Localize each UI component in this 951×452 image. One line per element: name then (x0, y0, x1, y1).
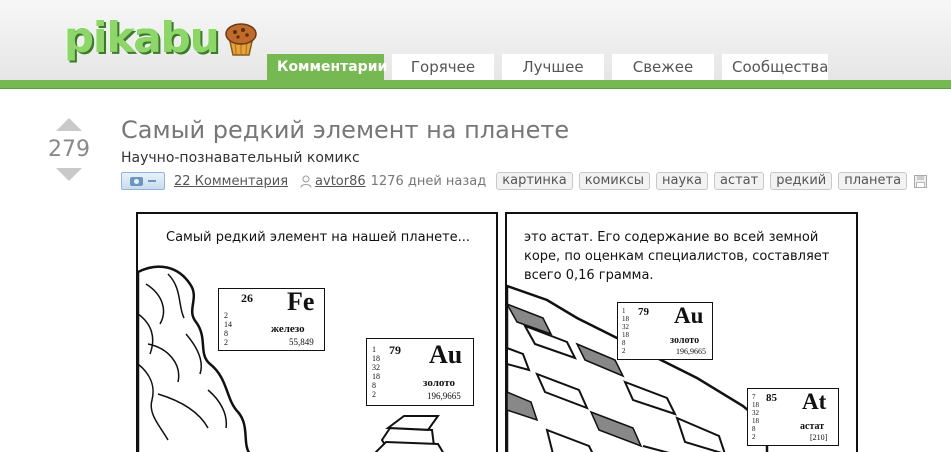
shell-value: 18 (372, 372, 380, 381)
post-description: Научно-познавательный комикс (121, 150, 360, 166)
shell-value: 2 (224, 338, 228, 347)
element-name: астат (800, 421, 825, 432)
shell-value: 18 (622, 315, 629, 323)
shell-value: 8 (224, 329, 228, 338)
post-age: 1276 дней назад (370, 173, 487, 189)
electron-shells: 7 18 32 18 8 2 (752, 393, 759, 441)
element-name: золото (670, 335, 700, 346)
save-icon[interactable] (914, 174, 928, 188)
electron-shells: 1 18 32 18 8 2 (622, 307, 629, 355)
atomic-number: 85 (766, 392, 777, 404)
muffin-icon (224, 23, 257, 56)
comic-caption: это астат. Его содержание во всей земной… (524, 230, 830, 283)
tab-hot[interactable]: Горячее (392, 54, 494, 80)
tab-comments[interactable]: Комментарии (267, 54, 387, 80)
header-green-bar (0, 80, 951, 89)
post-meta: 22 Комментария avtor86 1276 дней назад к… (121, 172, 928, 190)
shell-value: 32 (622, 323, 629, 331)
tab-communities[interactable]: Сообщества (722, 54, 828, 80)
vote-up-arrow-icon[interactable] (56, 118, 82, 131)
comic-caption: Самый редкий элемент на нашей планете... (166, 230, 471, 245)
comments-link[interactable]: 22 Комментария (174, 174, 288, 189)
comic-panel-2: это астат. Его содержание во всей земной… (505, 212, 858, 452)
comic-panel-1: Самый редкий элемент на нашей планете...… (136, 212, 498, 452)
element-symbol: Au (429, 340, 463, 369)
main-nav: Комментарии Горячее Лучшее Свежее Сообще… (267, 54, 828, 80)
shell-value: 32 (752, 409, 759, 417)
camera-icon (130, 176, 143, 186)
shell-value: 2 (622, 347, 626, 355)
shell-value: 18 (752, 401, 759, 409)
shell-value: 18 (752, 417, 759, 425)
atomic-number: 26 (241, 291, 253, 305)
element-card-au: 1 18 32 18 8 2 79 Au золото 196,9665 (617, 302, 713, 360)
element-name: железо (271, 323, 305, 335)
tag[interactable]: наука (656, 172, 708, 190)
shell-value: 14 (224, 320, 232, 329)
atomic-mass: 196,9665 (427, 391, 461, 401)
vote-down-arrow-icon[interactable] (56, 168, 82, 181)
author-link[interactable]: avtor86 (315, 174, 366, 189)
logo-text: pikabu (64, 12, 220, 62)
atomic-number: 79 (389, 343, 401, 357)
collapse-icon (148, 180, 156, 182)
tag[interactable]: планета (838, 172, 908, 190)
atomic-mass: 196,9665 (676, 347, 706, 356)
element-symbol: Au (674, 303, 704, 328)
shell-value: 18 (622, 331, 629, 339)
tag[interactable]: комиксы (578, 172, 651, 190)
element-symbol: At (802, 389, 827, 414)
electron-shells: 1 18 32 18 8 2 (372, 345, 380, 399)
atomic-number: 79 (638, 306, 649, 318)
vote-widget: 279 (46, 118, 92, 181)
tab-best[interactable]: Лучшее (502, 54, 604, 80)
shell-value: 32 (372, 363, 380, 372)
pikabu-logo[interactable]: pikabu (64, 12, 261, 62)
tag[interactable]: редкий (770, 172, 833, 190)
tag[interactable]: астат (714, 172, 765, 190)
atomic-mass: 55,849 (289, 337, 314, 347)
shell-value: 8 (372, 381, 376, 390)
shell-value: 8 (622, 339, 626, 347)
user-icon (300, 175, 312, 188)
element-card-fe: 2 14 8 2 26 Fe железо 55,849 (218, 287, 325, 351)
element-name: золото (423, 377, 455, 389)
shell-value: 2 (752, 433, 756, 441)
site-header: pikabu Комментарии Горячее Лучшее Свежее… (0, 0, 951, 80)
shell-value: 2 (372, 390, 376, 399)
tab-fresh[interactable]: Свежее (612, 54, 714, 80)
post-rating: 279 (48, 137, 90, 162)
atomic-mass: [210] (810, 433, 828, 442)
media-toggle-button[interactable] (121, 172, 165, 190)
tag-list: картинка комиксы наука астат редкий план… (496, 172, 908, 190)
tag[interactable]: картинка (496, 172, 573, 190)
shell-value: 7 (752, 393, 756, 401)
element-card-at: 7 18 32 18 8 2 85 At астат [210] (747, 388, 839, 446)
element-card-au: 1 18 32 18 8 2 79 Au золото 196,9665 (366, 338, 474, 406)
shell-value: 1 (622, 307, 626, 315)
shell-value: 2 (224, 311, 228, 320)
post-title[interactable]: Самый редкий элемент на планете (121, 116, 569, 144)
shell-value: 8 (752, 425, 756, 433)
electron-shells: 2 14 8 2 (224, 311, 232, 347)
shell-value: 1 (372, 345, 376, 354)
shell-value: 18 (372, 354, 380, 363)
element-symbol: Fe (287, 287, 315, 316)
